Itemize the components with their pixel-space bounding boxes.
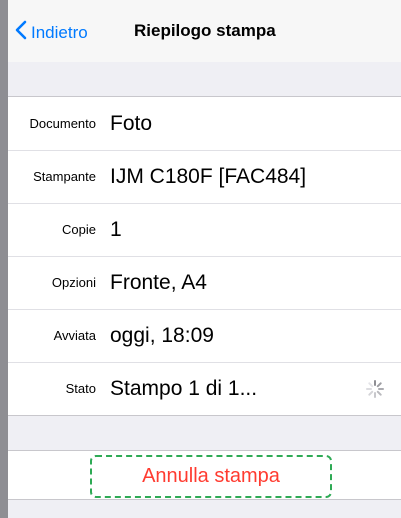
detail-value: Foto [110,111,153,135]
print-summary-screen: Indietro Riepilogo stampa Documento Foto… [0,0,401,518]
chevron-left-icon [14,20,27,45]
detail-value: IJM C180F [FAC484] [110,164,307,188]
detail-row-started: Avviata oggi, 18:09 [8,309,401,362]
detail-label: Copie [62,222,96,237]
activity-spinner-icon [365,379,385,399]
detail-value: 1 [110,217,122,241]
detail-row-options: Opzioni Fronte, A4 [8,256,401,309]
back-button[interactable]: Indietro [14,20,88,45]
detail-value: Stampo 1 di 1... [110,376,258,400]
navigation-bar: Indietro Riepilogo stampa [8,0,401,62]
detail-row-document: Documento Foto [8,97,401,150]
back-button-label[interactable]: Indietro [31,23,88,43]
detail-row-printer: Stampante IJM C180F [FAC484] [8,150,401,203]
page-title: Riepilogo stampa [134,21,276,40]
print-details-list: Documento Foto Stampante IJM C180F [FAC4… [8,96,401,416]
detail-label: Stato [65,381,96,396]
detail-label: Avviata [53,328,96,343]
detail-label: Stampante [33,169,96,184]
detail-label: Documento [29,116,96,131]
cancel-section: Annulla stampa [8,450,401,500]
detail-row-status: Stato Stampo 1 di 1... [8,362,401,415]
detail-row-copies: Copie 1 [8,203,401,256]
detail-label: Opzioni [51,275,96,290]
cancel-print-button[interactable]: Annulla stampa [90,455,332,498]
detail-value: oggi, 18:09 [110,323,214,347]
detail-value: Fronte, A4 [110,270,207,294]
